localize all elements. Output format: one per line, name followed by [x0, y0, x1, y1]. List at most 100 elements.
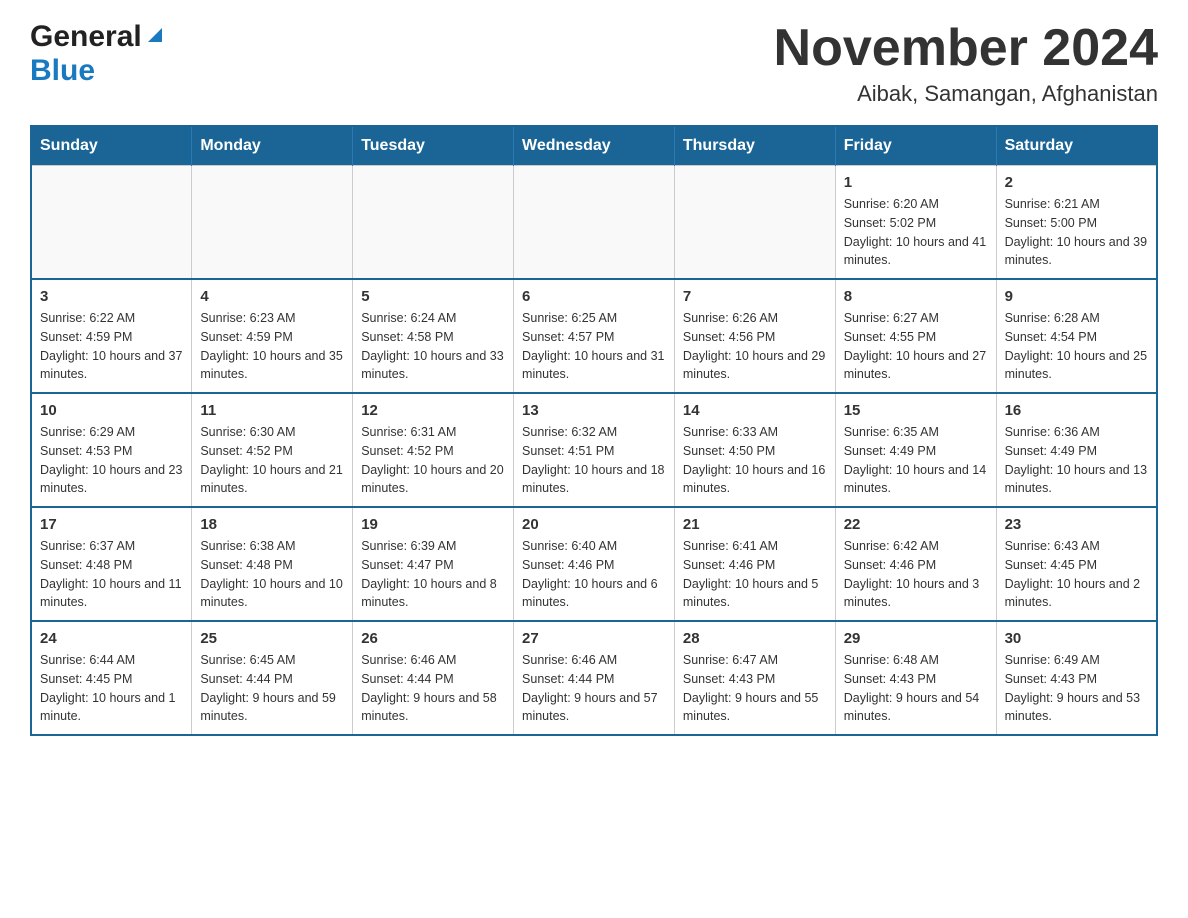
day-info: Sunrise: 6:31 AMSunset: 4:52 PMDaylight:…	[361, 423, 505, 498]
day-info: Sunrise: 6:47 AMSunset: 4:43 PMDaylight:…	[683, 651, 827, 726]
calendar-day: 30 Sunrise: 6:49 AMSunset: 4:43 PMDayligh…	[996, 621, 1157, 735]
calendar-day	[31, 166, 192, 280]
calendar-day: 5 Sunrise: 6:24 AMSunset: 4:58 PMDaylight…	[353, 279, 514, 393]
day-info: Sunrise: 6:46 AMSunset: 4:44 PMDaylight:…	[522, 651, 666, 726]
day-number: 2	[1005, 174, 1148, 191]
day-number: 5	[361, 288, 505, 305]
calendar-day: 7Sunrise: 6:26 AMSunset: 4:56 PMDaylight…	[674, 279, 835, 393]
day-info: Sunrise: 6:38 AMSunset: 4:48 PMDaylight:…	[200, 537, 344, 612]
calendar-day: 6 Sunrise: 6:25 AMSunset: 4:57 PMDaylight…	[514, 279, 675, 393]
title-section: November 2024 Aibak, Samangan, Afghanist…	[774, 20, 1158, 107]
calendar-day	[353, 166, 514, 280]
day-number: 8	[844, 288, 988, 305]
weekday-header-thursday: Thursday	[674, 126, 835, 166]
calendar-day: 27 Sunrise: 6:46 AMSunset: 4:44 PMDayligh…	[514, 621, 675, 735]
day-number: 1	[844, 174, 988, 191]
day-number: 4	[200, 288, 344, 305]
day-number: 14	[683, 402, 827, 419]
calendar-day: 4Sunrise: 6:23 AMSunset: 4:59 PMDaylight…	[192, 279, 353, 393]
day-number: 6	[522, 288, 666, 305]
calendar-day: 28 Sunrise: 6:47 AMSunset: 4:43 PMDayligh…	[674, 621, 835, 735]
weekday-header-sunday: Sunday	[31, 126, 192, 166]
day-info: Sunrise: 6:44 AMSunset: 4:45 PMDaylight:…	[40, 651, 183, 726]
day-info: Sunrise: 6:48 AMSunset: 4:43 PMDaylight:…	[844, 651, 988, 726]
calendar-table: SundayMondayTuesdayWednesdayThursdayFrid…	[30, 125, 1158, 736]
day-number: 27	[522, 630, 666, 647]
calendar-week-1: 1 Sunrise: 6:20 AMSunset: 5:02 PMDaylight…	[31, 166, 1157, 280]
day-info: Sunrise: 6:43 AMSunset: 4:45 PMDaylight:…	[1005, 537, 1148, 612]
calendar-day: 15 Sunrise: 6:35 AMSunset: 4:49 PMDayligh…	[835, 393, 996, 507]
calendar-day: 16 Sunrise: 6:36 AMSunset: 4:49 PMDayligh…	[996, 393, 1157, 507]
day-number: 30	[1005, 630, 1148, 647]
calendar-day: 22 Sunrise: 6:42 AMSunset: 4:46 PMDayligh…	[835, 507, 996, 621]
weekday-header-monday: Monday	[192, 126, 353, 166]
logo-blue-text: Blue	[30, 54, 95, 88]
day-info: Sunrise: 6:40 AMSunset: 4:46 PMDaylight:…	[522, 537, 666, 612]
day-info: Sunrise: 6:20 AMSunset: 5:02 PMDaylight:…	[844, 195, 988, 270]
day-number: 20	[522, 516, 666, 533]
day-info: Sunrise: 6:32 AMSunset: 4:51 PMDaylight:…	[522, 423, 666, 498]
day-number: 16	[1005, 402, 1148, 419]
day-info: Sunrise: 6:28 AMSunset: 4:54 PMDaylight:…	[1005, 309, 1148, 384]
day-info: Sunrise: 6:30 AMSunset: 4:52 PMDaylight:…	[200, 423, 344, 498]
day-info: Sunrise: 6:27 AMSunset: 4:55 PMDaylight:…	[844, 309, 988, 384]
calendar-day	[674, 166, 835, 280]
logo-general-text: General	[30, 20, 142, 54]
day-info: Sunrise: 6:29 AMSunset: 4:53 PMDaylight:…	[40, 423, 183, 498]
day-info: Sunrise: 6:24 AMSunset: 4:58 PMDaylight:…	[361, 309, 505, 384]
day-info: Sunrise: 6:35 AMSunset: 4:49 PMDaylight:…	[844, 423, 988, 498]
day-number: 21	[683, 516, 827, 533]
day-number: 23	[1005, 516, 1148, 533]
day-info: Sunrise: 6:37 AMSunset: 4:48 PMDaylight:…	[40, 537, 183, 612]
day-info: Sunrise: 6:25 AMSunset: 4:57 PMDaylight:…	[522, 309, 666, 384]
day-number: 15	[844, 402, 988, 419]
logo-triangle-icon	[144, 24, 166, 46]
calendar-day: 26 Sunrise: 6:46 AMSunset: 4:44 PMDayligh…	[353, 621, 514, 735]
day-info: Sunrise: 6:42 AMSunset: 4:46 PMDaylight:…	[844, 537, 988, 612]
calendar-day: 23 Sunrise: 6:43 AMSunset: 4:45 PMDayligh…	[996, 507, 1157, 621]
calendar-day: 1 Sunrise: 6:20 AMSunset: 5:02 PMDaylight…	[835, 166, 996, 280]
day-number: 19	[361, 516, 505, 533]
day-number: 28	[683, 630, 827, 647]
logo: General Blue	[30, 20, 166, 88]
day-number: 22	[844, 516, 988, 533]
day-info: Sunrise: 6:49 AMSunset: 4:43 PMDaylight:…	[1005, 651, 1148, 726]
day-info: Sunrise: 6:33 AMSunset: 4:50 PMDaylight:…	[683, 423, 827, 498]
calendar-week-5: 24 Sunrise: 6:44 AMSunset: 4:45 PMDayligh…	[31, 621, 1157, 735]
calendar-day: 19Sunrise: 6:39 AMSunset: 4:47 PMDayligh…	[353, 507, 514, 621]
calendar-day: 12Sunrise: 6:31 AMSunset: 4:52 PMDayligh…	[353, 393, 514, 507]
location-text: Aibak, Samangan, Afghanistan	[774, 81, 1158, 107]
calendar-day: 29 Sunrise: 6:48 AMSunset: 4:43 PMDayligh…	[835, 621, 996, 735]
day-info: Sunrise: 6:36 AMSunset: 4:49 PMDaylight:…	[1005, 423, 1148, 498]
day-info: Sunrise: 6:41 AMSunset: 4:46 PMDaylight:…	[683, 537, 827, 612]
weekday-header-wednesday: Wednesday	[514, 126, 675, 166]
page-header: General Blue November 2024 Aibak, Samang…	[30, 20, 1158, 107]
calendar-day: 9 Sunrise: 6:28 AMSunset: 4:54 PMDaylight…	[996, 279, 1157, 393]
calendar-week-2: 3Sunrise: 6:22 AMSunset: 4:59 PMDaylight…	[31, 279, 1157, 393]
day-number: 9	[1005, 288, 1148, 305]
day-number: 26	[361, 630, 505, 647]
calendar-header-row: SundayMondayTuesdayWednesdayThursdayFrid…	[31, 126, 1157, 166]
weekday-header-tuesday: Tuesday	[353, 126, 514, 166]
calendar-day: 25 Sunrise: 6:45 AMSunset: 4:44 PMDayligh…	[192, 621, 353, 735]
day-info: Sunrise: 6:45 AMSunset: 4:44 PMDaylight:…	[200, 651, 344, 726]
calendar-week-3: 10Sunrise: 6:29 AMSunset: 4:53 PMDayligh…	[31, 393, 1157, 507]
month-title: November 2024	[774, 20, 1158, 77]
day-number: 24	[40, 630, 183, 647]
calendar-day: 10Sunrise: 6:29 AMSunset: 4:53 PMDayligh…	[31, 393, 192, 507]
calendar-week-4: 17Sunrise: 6:37 AMSunset: 4:48 PMDayligh…	[31, 507, 1157, 621]
day-info: Sunrise: 6:46 AMSunset: 4:44 PMDaylight:…	[361, 651, 505, 726]
calendar-day: 2Sunrise: 6:21 AMSunset: 5:00 PMDaylight…	[996, 166, 1157, 280]
calendar-day: 24 Sunrise: 6:44 AMSunset: 4:45 PMDayligh…	[31, 621, 192, 735]
calendar-day: 17Sunrise: 6:37 AMSunset: 4:48 PMDayligh…	[31, 507, 192, 621]
calendar-day: 20 Sunrise: 6:40 AMSunset: 4:46 PMDayligh…	[514, 507, 675, 621]
calendar-day: 13Sunrise: 6:32 AMSunset: 4:51 PMDayligh…	[514, 393, 675, 507]
day-number: 18	[200, 516, 344, 533]
day-number: 25	[200, 630, 344, 647]
day-number: 29	[844, 630, 988, 647]
day-info: Sunrise: 6:22 AMSunset: 4:59 PMDaylight:…	[40, 309, 183, 384]
calendar-day: 8 Sunrise: 6:27 AMSunset: 4:55 PMDaylight…	[835, 279, 996, 393]
day-info: Sunrise: 6:26 AMSunset: 4:56 PMDaylight:…	[683, 309, 827, 384]
weekday-header-saturday: Saturday	[996, 126, 1157, 166]
weekday-header-friday: Friday	[835, 126, 996, 166]
